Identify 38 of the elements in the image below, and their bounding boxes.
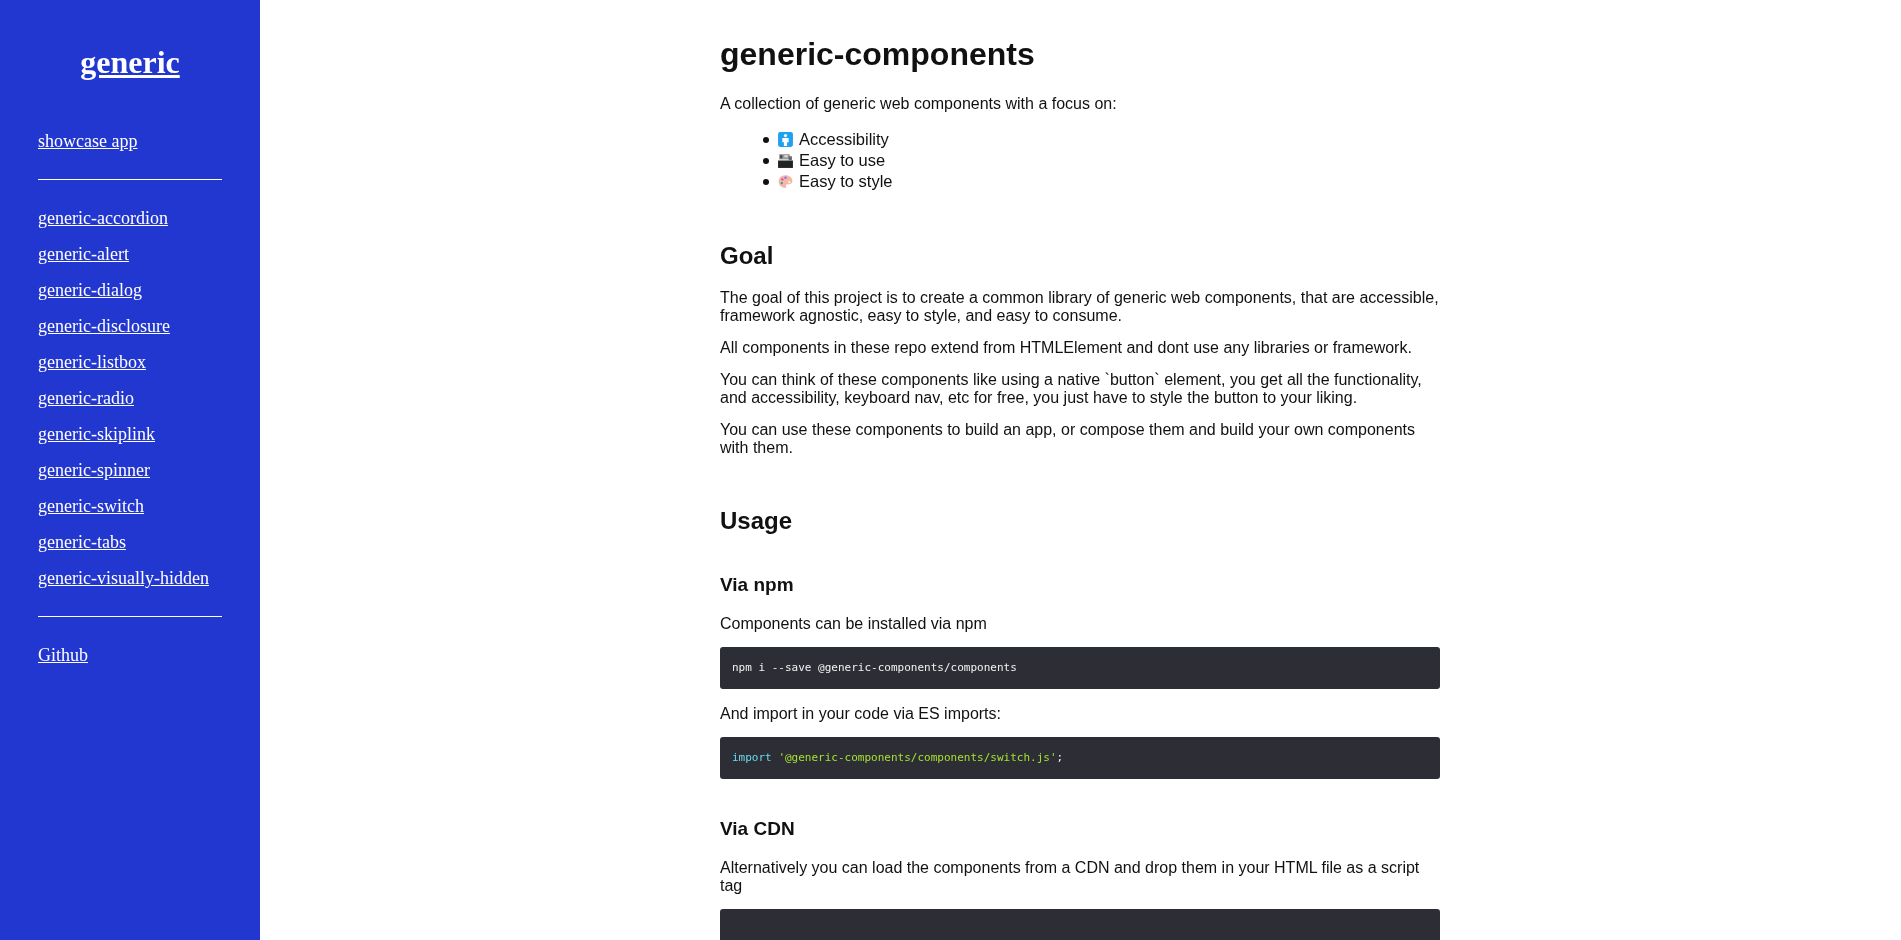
palette-icon (777, 173, 794, 190)
paragraph: You can think of these components like using a native `button` element, you get all the functionality, and accessibility, keyboard nav, etc for free, you just have to style the button to your liking. (720, 371, 1423, 407)
code-block: npm i --save @generic-components/components (720, 647, 1440, 689)
paragraph: All components in these repo extend from HTMLElement and dont use any libraries or framework. (720, 339, 1413, 357)
list-item-text: Easy to style (799, 172, 893, 191)
nav-link[interactable]: generic-alert (38, 244, 129, 264)
nav-link[interactable]: generic-listbox (38, 352, 146, 372)
section-heading: Goal (720, 242, 775, 270)
nav-link[interactable]: generic-disclosure (38, 316, 170, 336)
list-item-text: Accessibility (799, 130, 889, 149)
nav-link[interactable]: generic-tabs (38, 532, 126, 552)
nav-link[interactable]: showcase app (38, 131, 138, 151)
nav-link[interactable]: generic-switch (38, 496, 144, 516)
paragraph: You can use these components to build an app, or compose them and build your own components with them. (720, 421, 1416, 457)
paragraph: Alternatively you can load the components from a CDN and drop them in your HTML file as a script tag (720, 859, 1421, 895)
nav-link[interactable]: generic-accordion (38, 208, 168, 228)
nav-link[interactable]: generic-dialog (38, 280, 142, 300)
page-heading: generic-components (720, 36, 1036, 73)
subsection-heading: Via CDN (720, 817, 796, 840)
person-icon (777, 131, 794, 148)
bullet-icon (763, 178, 769, 185)
nav-link[interactable]: generic-spinner (38, 460, 150, 480)
nav-link[interactable]: Github (38, 645, 88, 665)
section-heading: Usage (720, 507, 794, 535)
paragraph: Components can be installed via npm (720, 615, 988, 633)
paragraph: A collection of generic web components with a focus on: (720, 95, 1118, 113)
paragraph: And import in your code via ES imports: (720, 705, 1002, 723)
bullet-icon (763, 157, 769, 164)
subsection-heading: Via npm (720, 573, 795, 596)
site-title-link[interactable]: generic (80, 45, 180, 79)
bullet-icon (763, 136, 769, 143)
nav-link[interactable]: generic-skiplink (38, 424, 155, 444)
code-block: import '@generic-components/components/switch.js'; (720, 737, 1440, 779)
nav-link[interactable]: generic-radio (38, 388, 134, 408)
paragraph: The goal of this project is to create a common library of generic web components, that are accessible, framework agnostic, easy to style, and easy to consume. (720, 289, 1440, 325)
list-item-text: Easy to use (799, 151, 886, 170)
machine-icon (777, 152, 794, 169)
nav-link[interactable]: generic-visually-hidden (38, 568, 209, 588)
